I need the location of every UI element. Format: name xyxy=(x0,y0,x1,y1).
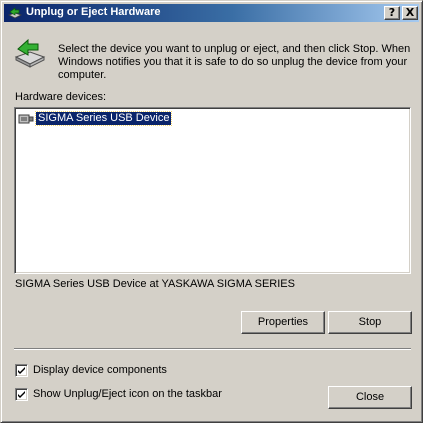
checkmark-icon xyxy=(18,391,25,398)
hardware-devices-label: Hardware devices: xyxy=(15,91,107,103)
show-taskbar-icon-checkbox[interactable] xyxy=(15,388,28,401)
help-button[interactable]: ? xyxy=(384,6,400,20)
properties-button[interactable]: Properties xyxy=(241,311,325,334)
device-name: SIGMA Series USB Device xyxy=(34,111,173,126)
eject-hardware-icon xyxy=(13,37,47,69)
hardware-devices-list[interactable]: SIGMA Series USB Device xyxy=(14,107,411,274)
display-components-checkbox[interactable] xyxy=(15,364,28,377)
eject-hardware-icon xyxy=(7,6,23,20)
close-button[interactable]: Close xyxy=(328,386,412,409)
title-bar[interactable]: Unplug or Eject Hardware ? X xyxy=(4,4,419,22)
stop-button[interactable]: Stop xyxy=(328,311,412,334)
show-taskbar-icon-label[interactable]: Show Unplug/Eject icon on the taskbar xyxy=(33,388,222,400)
display-components-label[interactable]: Display device components xyxy=(33,364,167,376)
window-title: Unplug or Eject Hardware xyxy=(26,6,161,18)
title-close-button[interactable]: X xyxy=(402,6,418,20)
checkmark-icon xyxy=(18,367,25,374)
device-description: SIGMA Series USB Device at YASKAWA SIGMA… xyxy=(15,278,295,290)
separator xyxy=(14,348,411,350)
instructions-text: Select the device you want to unplug or … xyxy=(58,43,411,81)
usb-device-icon xyxy=(18,111,34,127)
unplug-eject-dialog: Unplug or Eject Hardware ? X Select the … xyxy=(0,0,423,423)
